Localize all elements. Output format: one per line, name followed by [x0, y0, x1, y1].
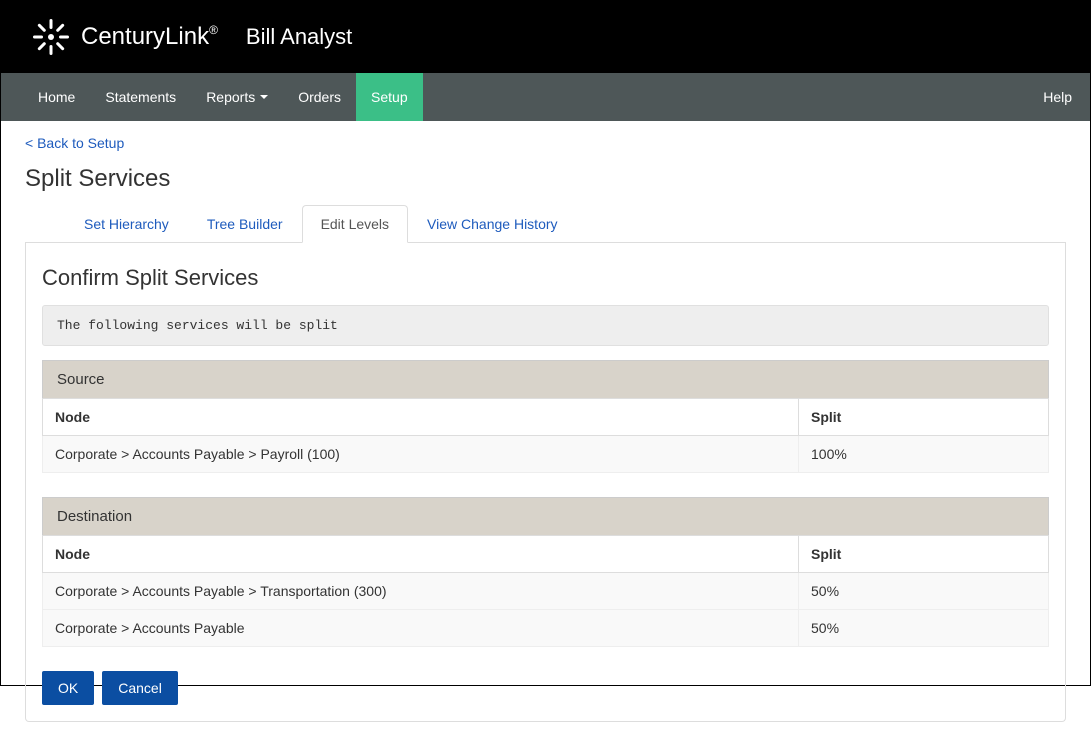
- cancel-button[interactable]: Cancel: [102, 671, 178, 705]
- nav-setup[interactable]: Setup: [356, 73, 423, 121]
- app-title: Bill Analyst: [246, 24, 352, 50]
- destination-table: Node Split Corporate > Accounts Payable …: [42, 535, 1049, 647]
- content-area: < Back to Setup Split Services Set Hiera…: [1, 121, 1090, 742]
- destination-col-split: Split: [799, 536, 1049, 573]
- source-header: Source: [42, 360, 1049, 398]
- brand-name: CenturyLink®: [81, 23, 218, 51]
- tab-view-change-history[interactable]: View Change History: [408, 205, 576, 243]
- source-col-node: Node: [43, 399, 799, 436]
- ok-button[interactable]: OK: [42, 671, 94, 705]
- destination-col-node: Node: [43, 536, 799, 573]
- button-row: OK Cancel: [42, 671, 1049, 705]
- destination-group: Destination Node Split Corporate > Accou…: [42, 497, 1049, 647]
- table-row: Corporate > Accounts Payable > Transport…: [43, 573, 1049, 610]
- source-group: Source Node Split Corporate > Accounts P…: [42, 360, 1049, 473]
- tab-tree-builder[interactable]: Tree Builder: [188, 205, 302, 243]
- source-node-cell: Corporate > Accounts Payable > Payroll (…: [43, 436, 799, 473]
- caret-down-icon: [260, 95, 268, 99]
- destination-node-cell: Corporate > Accounts Payable > Transport…: [43, 573, 799, 610]
- nav-orders[interactable]: Orders: [283, 73, 356, 121]
- source-col-split: Split: [799, 399, 1049, 436]
- source-split-cell: 100%: [799, 436, 1049, 473]
- centurylink-logo-icon: [31, 17, 71, 57]
- nav-statements[interactable]: Statements: [90, 73, 191, 121]
- tab-panel: Confirm Split Services The following ser…: [25, 243, 1066, 722]
- back-to-setup-link[interactable]: < Back to Setup: [25, 135, 124, 151]
- nav-reports[interactable]: Reports: [191, 73, 283, 121]
- info-message: The following services will be split: [42, 305, 1049, 346]
- table-row: Corporate > Accounts Payable > Payroll (…: [43, 436, 1049, 473]
- page-title: Split Services: [25, 165, 1066, 193]
- source-table: Node Split Corporate > Accounts Payable …: [42, 398, 1049, 473]
- destination-node-cell: Corporate > Accounts Payable: [43, 610, 799, 647]
- table-row: Corporate > Accounts Payable 50%: [43, 610, 1049, 647]
- destination-header: Destination: [42, 497, 1049, 535]
- destination-split-cell: 50%: [799, 610, 1049, 647]
- section-title: Confirm Split Services: [42, 265, 1049, 291]
- destination-split-cell: 50%: [799, 573, 1049, 610]
- tab-set-hierarchy[interactable]: Set Hierarchy: [65, 205, 188, 243]
- nav-help[interactable]: Help: [1025, 73, 1090, 121]
- tab-bar: Set Hierarchy Tree Builder Edit Levels V…: [25, 205, 1066, 243]
- brand-logo: CenturyLink®: [31, 17, 218, 57]
- nav-home[interactable]: Home: [23, 73, 90, 121]
- app-header: CenturyLink® Bill Analyst: [1, 1, 1090, 73]
- main-nav: Home Statements Reports Orders Setup Hel…: [1, 73, 1090, 121]
- tab-edit-levels[interactable]: Edit Levels: [302, 205, 408, 243]
